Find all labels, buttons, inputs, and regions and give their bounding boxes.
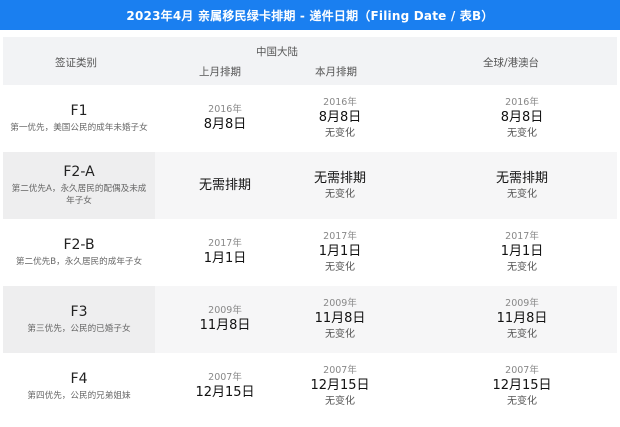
category-cell: F3 第三优先，公民的已婚子女 [3, 286, 155, 353]
global-cell: 2017年 1月1日 无变化 [467, 219, 577, 286]
change-note: 无变化 [325, 127, 355, 139]
date: 12月15日 [195, 385, 255, 400]
change-note: 无变化 [325, 395, 355, 407]
china-last-month-cell: 2016年 8月8日 [170, 85, 280, 152]
year: 2007年 [208, 372, 242, 383]
year: 2007年 [323, 364, 357, 376]
change-note: 无变化 [507, 127, 537, 139]
change-note: 无变化 [325, 261, 355, 273]
global-cell: 2007年 12月15日 无变化 [467, 353, 577, 420]
category-desc: 第二优先B，永久居民的成年子女 [15, 257, 143, 267]
category-cell: F2-B 第二优先B，永久居民的成年子女 [3, 219, 155, 286]
year: 2017年 [505, 230, 539, 242]
header-this-month: 本月排期 [315, 66, 357, 78]
china-this-month-cell: 2016年 8月8日 无变化 [285, 85, 395, 152]
china-last-month-cell: 2017年 1月1日 [170, 219, 280, 286]
table-header: 签证类别 中国大陆 上月排期 本月排期 全球/港澳台 [3, 37, 617, 85]
year: 2009年 [323, 297, 357, 309]
china-last-month-cell: 无需排期 [170, 152, 280, 219]
category-cell: F1 第一优先，美国公民的成年未婚子女 [3, 85, 155, 152]
year: 2017年 [323, 230, 357, 242]
global-cell: 无需排期 无变化 [467, 152, 577, 219]
date: 8月8日 [500, 109, 544, 125]
category-code: F3 [70, 304, 88, 320]
table-row-f2b: F2-B 第二优先B，永久居民的成年子女 2017年 1月1日 2017年 1月… [3, 219, 617, 286]
date: 8月8日 [203, 117, 247, 132]
year: 2017年 [208, 238, 242, 249]
global-cell: 2009年 11月8日 无变化 [467, 286, 577, 353]
global-cell: 2016年 8月8日 无变化 [467, 85, 577, 152]
date: 11月8日 [314, 310, 366, 326]
change-note: 无变化 [507, 188, 537, 200]
date: 无需排期 [313, 170, 366, 186]
visa-bulletin-table: 签证类别 中国大陆 上月排期 本月排期 全球/港澳台 F1 第一优先，美国公民的… [3, 37, 617, 420]
date: 无需排期 [495, 170, 548, 186]
category-code: F1 [70, 103, 88, 119]
header-global: 全球/港澳台 [483, 57, 540, 69]
date: 无需排期 [198, 178, 251, 193]
category-cell: F4 第四优先，公民的兄弟姐妹 [3, 353, 155, 420]
change-note: 无变化 [507, 261, 537, 273]
year: 2007年 [505, 364, 539, 376]
china-last-month-cell: 2007年 12月15日 [170, 353, 280, 420]
table-row-f4: F4 第四优先，公民的兄弟姐妹 2007年 12月15日 2007年 12月15… [3, 353, 617, 420]
change-note: 无变化 [507, 328, 537, 340]
china-this-month-cell: 无需排期 无变化 [285, 152, 395, 219]
header-china: 中国大陆 [256, 46, 298, 58]
china-this-month-cell: 2017年 1月1日 无变化 [285, 219, 395, 286]
date: 1月1日 [500, 243, 544, 259]
header-last-month: 上月排期 [199, 66, 241, 78]
category-cell: F2-A 第二优先A，永久居民的配偶及未成年子女 [3, 152, 155, 219]
table-row-f2a: F2-A 第二优先A，永久居民的配偶及未成年子女 无需排期 无需排期 无变化 无… [3, 152, 617, 219]
table-row-f3: F3 第三优先，公民的已婚子女 2009年 11月8日 2009年 11月8日 … [3, 286, 617, 353]
category-code: F2-A [63, 164, 95, 180]
category-code: F2-B [63, 237, 95, 253]
year: 2016年 [323, 96, 357, 108]
category-desc: 第二优先A，永久居民的配偶及未成年子女 [11, 184, 147, 206]
category-desc: 第三优先，公民的已婚子女 [27, 324, 131, 334]
change-note: 无变化 [325, 328, 355, 340]
date: 11月8日 [199, 318, 251, 333]
date: 8月8日 [318, 109, 362, 125]
year: 2016年 [208, 104, 242, 115]
table-row-f1: F1 第一优先，美国公民的成年未婚子女 2016年 8月8日 2016年 8月8… [3, 85, 617, 152]
year: 2009年 [505, 297, 539, 309]
change-note: 无变化 [325, 188, 355, 200]
header-category: 签证类别 [55, 57, 97, 69]
date: 1月1日 [318, 243, 362, 259]
date: 11月8日 [496, 310, 548, 326]
date: 12月15日 [310, 377, 370, 393]
china-this-month-cell: 2009年 11月8日 无变化 [285, 286, 395, 353]
china-this-month-cell: 2007年 12月15日 无变化 [285, 353, 395, 420]
year: 2009年 [208, 305, 242, 316]
china-last-month-cell: 2009年 11月8日 [170, 286, 280, 353]
category-desc: 第一优先，美国公民的成年未婚子女 [10, 123, 148, 133]
date: 1月1日 [203, 251, 247, 266]
year: 2016年 [505, 96, 539, 108]
date: 12月15日 [492, 377, 552, 393]
category-desc: 第四优先，公民的兄弟姐妹 [27, 391, 131, 401]
page-title: 2023年4月 亲属移民绿卡排期 - 递件日期（Filing Date / 表B… [126, 8, 494, 23]
change-note: 无变化 [507, 395, 537, 407]
page-title-banner: 2023年4月 亲属移民绿卡排期 - 递件日期（Filing Date / 表B… [0, 0, 620, 30]
category-code: F4 [70, 371, 88, 387]
